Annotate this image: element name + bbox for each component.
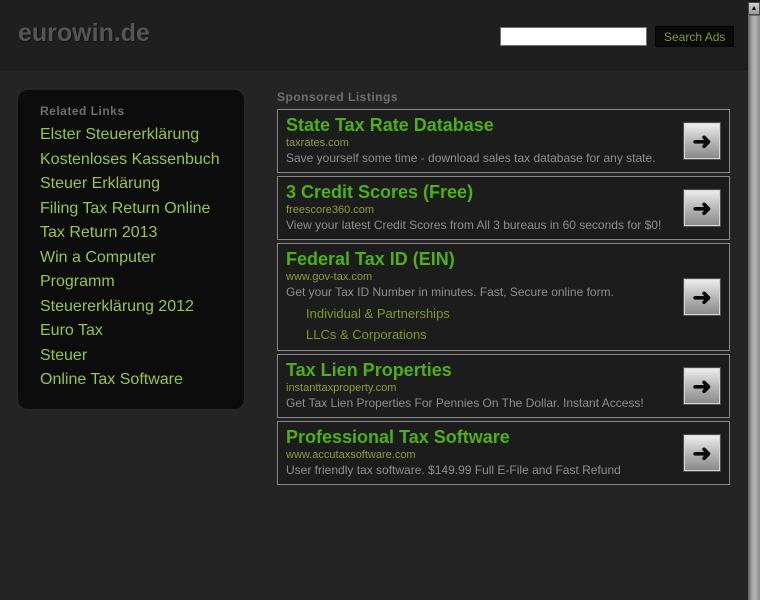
site-logo: eurowin.de <box>18 19 150 47</box>
search-input[interactable] <box>500 27 647 46</box>
listing-description: Save yourself some time - download sales… <box>286 151 656 165</box>
arrow-right-icon: ➜ <box>692 283 712 310</box>
sidebar-link[interactable]: Steuer <box>40 344 222 369</box>
listing-card[interactable]: State Tax Rate Database taxrates.com Sav… <box>277 109 730 173</box>
listing-url: instanttaxproperty.com <box>286 382 397 394</box>
vertical-scrollbar[interactable]: ▲ <box>748 0 760 600</box>
sidebar-link[interactable]: Filing Tax Return Online <box>40 197 222 222</box>
listings: State Tax Rate Database taxrates.com Sav… <box>277 109 730 485</box>
sidebar-link[interactable]: Online Tax Software <box>40 368 222 393</box>
arrow-right-icon: ➜ <box>692 439 712 466</box>
listing-title[interactable]: State Tax Rate Database <box>286 114 673 137</box>
listing-sublink[interactable]: Individual & Partnerships <box>306 306 673 321</box>
scroll-up-icon: ▲ <box>750 5 758 12</box>
sidebar-link[interactable]: Steuer Erklärung <box>40 172 222 197</box>
sidebar-link[interactable]: Euro Tax <box>40 319 222 344</box>
listing-arrow-button[interactable]: ➜ <box>683 434 721 472</box>
listing-title[interactable]: Tax Lien Properties <box>286 359 673 382</box>
listing-url: taxrates.com <box>286 137 349 149</box>
listing-arrow-button[interactable]: ➜ <box>683 278 721 316</box>
sidebar-link[interactable]: Programm Steuererklärung 2012 <box>40 270 222 319</box>
listing-title[interactable]: Federal Tax ID (EIN) <box>286 248 673 271</box>
listing-card[interactable]: Tax Lien Properties instanttaxproperty.c… <box>277 354 730 418</box>
listing-description: Get Tax Lien Properties For Pennies On T… <box>286 396 644 410</box>
scroll-up-button[interactable]: ▲ <box>748 2 760 15</box>
search-ads-button[interactable]: Search Ads <box>655 26 735 47</box>
arrow-right-icon: ➜ <box>692 127 712 154</box>
listing-sublink[interactable]: LLCs & Corporations <box>306 327 673 342</box>
listing-sublinks: Individual & Partnerships LLCs & Corporat… <box>286 306 673 342</box>
sidebar-link[interactable]: Win a Computer <box>40 246 222 271</box>
listing-description: View your latest Credit Scores from All … <box>286 218 662 232</box>
related-links-panel: Related Links Elster Steuererklärung Kost… <box>16 88 246 411</box>
page: { "header": { "logo": "eurowin.de", "sea… <box>0 0 760 600</box>
sidebar-link[interactable]: Kostenloses Kassenbuch <box>40 148 222 173</box>
listing-card[interactable]: Federal Tax ID (EIN) www.gov-tax.com Get… <box>277 243 730 351</box>
related-links-heading: Related Links <box>40 104 125 118</box>
listing-card[interactable]: 3 Credit Scores (Free) freescore360.com … <box>277 176 730 240</box>
sponsored-listings-section: Sponsored Listings State Tax Rate Databa… <box>277 90 730 488</box>
sponsored-listings-heading: Sponsored Listings <box>277 90 399 104</box>
listing-title[interactable]: Professional Tax Software <box>286 426 673 449</box>
listing-description: Get your Tax ID Number in minutes. Fast,… <box>286 285 614 299</box>
listing-url: www.accutaxsoftware.com <box>286 449 416 461</box>
arrow-right-icon: ➜ <box>692 194 712 221</box>
sidebar-links: Elster Steuererklärung Kostenloses Kassen… <box>40 123 222 393</box>
listing-title[interactable]: 3 Credit Scores (Free) <box>286 181 673 204</box>
sidebar-link[interactable]: Tax Return 2013 <box>40 221 222 246</box>
scrollbar-thumb[interactable] <box>748 15 760 600</box>
header: eurowin.de Search Ads <box>0 0 748 70</box>
listing-arrow-button[interactable]: ➜ <box>683 122 721 160</box>
listing-url: freescore360.com <box>286 204 375 216</box>
listing-card[interactable]: Professional Tax Software www.accutaxsof… <box>277 421 730 485</box>
listing-url: www.gov-tax.com <box>286 271 373 283</box>
listing-description: User friendly tax software. $149.99 Full… <box>286 463 621 477</box>
listing-arrow-button[interactable]: ➜ <box>683 367 721 405</box>
listing-arrow-button[interactable]: ➜ <box>683 189 721 227</box>
sidebar-link[interactable]: Elster Steuererklärung <box>40 123 222 148</box>
arrow-right-icon: ➜ <box>692 372 712 399</box>
